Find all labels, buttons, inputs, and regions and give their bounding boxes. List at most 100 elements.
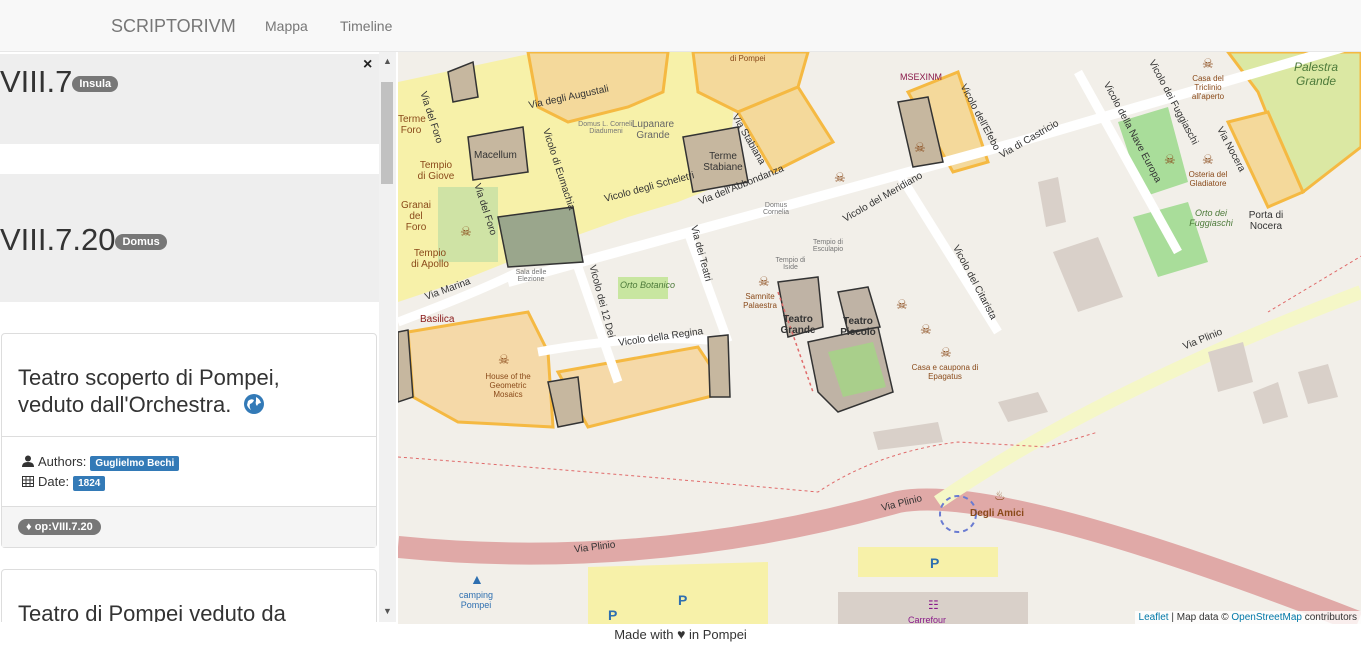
map-label-teatro-grande: Teatro Grande — [780, 314, 816, 336]
map-label-msexinm: MSEXINM — [900, 72, 943, 82]
map-label-tempio-apollo: Tempio di Apollo — [411, 248, 449, 270]
cart-icon[interactable]: ☷ — [928, 598, 939, 612]
table-icon — [22, 476, 34, 487]
building — [447, 60, 479, 103]
map-label-sala-elezione: Sala delle Elezione — [515, 269, 547, 283]
camping-icon[interactable]: ▲ — [470, 571, 484, 587]
brand-link[interactable]: SCRIPTORIVM — [111, 16, 236, 37]
building — [873, 422, 943, 450]
card-title-line2: veduto dall'Orchestra. — [18, 391, 280, 418]
amphora-icon[interactable]: ☠ — [758, 274, 770, 290]
card-footer: ♦ op:VIII.7.20 — [2, 506, 376, 547]
map-label-porta-nocera: Porta di Nocera — [1248, 210, 1284, 232]
map-label-palestra: Palestra Grande — [1293, 60, 1339, 88]
card-title-line1: Teatro scoperto di Pompei, — [18, 365, 280, 390]
artwork-card-2: Teatro di Pompei veduto da — [1, 569, 377, 622]
parking-lot-2 — [858, 547, 998, 577]
map-label-orto-botanico: Orto Botanico — [620, 280, 676, 290]
building — [1038, 177, 1066, 227]
amphora-icon[interactable]: ☠ — [834, 170, 846, 186]
scroll-up-icon[interactable]: ▲ — [383, 56, 392, 66]
area-block — [555, 345, 731, 429]
footer-suffix: in Pompei — [689, 627, 747, 642]
heart-icon: ♥ — [677, 626, 686, 642]
date-row: Date: 1824 — [22, 474, 106, 491]
map-attribution: Leaflet | Map data © OpenStreetMap contr… — [1134, 611, 1361, 624]
map-label-house-geometric: House of the Geometric Mosaics — [485, 372, 531, 399]
building — [1053, 237, 1123, 312]
navbar: SCRIPTORIVM Mappa Timeline — [0, 0, 1361, 52]
map-label-casa-triclinio: Casa del Triclinio all'aperto — [1191, 74, 1225, 101]
tag-icon: ♦ — [26, 521, 32, 533]
map-view[interactable]: Palestra Grande Macellum Terme Stabiane … — [398, 52, 1361, 624]
map-label-tempio-esculapio: Tempio di Esculapio — [812, 239, 844, 253]
tag-text: op:VIII.7.20 — [34, 521, 93, 533]
sidebar-panel: VIII.7 Insula VIII.7.20 Domus Teatro scope… — [0, 52, 398, 622]
authors-label: Authors: — [38, 454, 87, 469]
building — [1298, 364, 1338, 404]
domus-header: VIII.7.20 Domus — [0, 174, 379, 302]
amphora-icon[interactable]: ☠ — [460, 224, 472, 240]
close-icon[interactable]: × — [363, 56, 372, 74]
card-title-line2-text: veduto dall'Orchestra. — [18, 392, 232, 417]
authors-row: Authors: Guglielmo Bechi — [22, 454, 180, 471]
map-label-tempio-iside: Tempio di Iside — [775, 257, 806, 271]
building — [1253, 382, 1288, 424]
user-icon — [22, 455, 34, 467]
tag-pill[interactable]: ♦ op:VIII.7.20 — [18, 519, 101, 535]
leaflet-link[interactable]: Leaflet — [1139, 612, 1169, 623]
date-badge[interactable]: 1824 — [73, 476, 106, 491]
author-badge[interactable]: Guglielmo Bechi — [90, 456, 180, 471]
nav-link-timeline[interactable]: Timeline — [340, 18, 392, 34]
map-label-terme: Terme Stabiane — [703, 151, 743, 173]
sidebar-scrollbar[interactable]: ▲ ▼ — [379, 52, 396, 622]
insula-header: VIII.7 Insula — [0, 54, 379, 144]
card-2-title[interactable]: Teatro di Pompei veduto da — [18, 600, 286, 622]
domus-title: VIII.7.20 Domus — [0, 222, 167, 258]
footer-prefix: Made with — [614, 627, 674, 642]
map-label-basilica: Basilica — [420, 314, 455, 325]
map-label-macellum: Macellum — [474, 150, 517, 161]
map-label-domus-cornelii: Domus L. Cornelii Diadumeni — [578, 121, 634, 135]
map-label-orto-fuggiaschi: Orto dei Fuggiaschi — [1189, 208, 1233, 228]
amphora-icon[interactable]: ☠ — [1202, 56, 1214, 72]
building — [998, 392, 1048, 422]
scroll-down-icon[interactable]: ▼ — [383, 606, 392, 616]
insula-title-text: VIII.7 — [0, 64, 73, 99]
attribution-sep: | Map data © — [1168, 612, 1232, 623]
amphora-icon[interactable]: ☠ — [498, 352, 510, 368]
map-label-teatro-piccolo: Teatro Piccolo — [840, 316, 876, 338]
attribution-suffix: contributors — [1301, 612, 1357, 623]
map-label-granai: Granai del Foro — [400, 200, 431, 233]
map-label-tempio-giove: Tempio di Giove — [417, 160, 455, 182]
map-label-terme-foro: Terme Foro — [398, 114, 426, 136]
amphora-icon[interactable]: ☠ — [1202, 152, 1214, 168]
restaurant-icon[interactable]: ♨ — [994, 488, 1006, 504]
amphora-icon[interactable]: ☠ — [920, 322, 932, 338]
nav-link-mappa[interactable]: Mappa — [265, 18, 308, 34]
amphora-icon[interactable]: ☠ — [914, 140, 926, 156]
amphora-icon[interactable]: ☠ — [896, 297, 908, 313]
insula-label: Insula — [72, 75, 119, 92]
map-label-camping: camping Pompei — [458, 590, 494, 610]
building-eumachia — [497, 206, 584, 268]
domus-label: Domus — [115, 233, 167, 250]
amphora-icon[interactable]: ☠ — [1164, 152, 1176, 168]
map-label-carrefour: Carrefour — [908, 615, 947, 624]
insula-title: VIII.7 Insula — [0, 64, 119, 100]
artwork-card: Teatro scoperto di Pompei, veduto dall'O… — [1, 333, 377, 548]
domus-title-text: VIII.7.20 — [0, 222, 116, 257]
map-label-domus-cornelia: Domus Cornelia — [762, 202, 790, 216]
globe-icon[interactable] — [243, 393, 265, 415]
parking-icon: P — [608, 607, 618, 623]
osm-link[interactable]: OpenStreetMap — [1231, 612, 1302, 623]
parking-icon: P — [678, 592, 688, 608]
via-plinio-north-road — [934, 285, 1361, 508]
scroll-thumb[interactable] — [381, 82, 393, 184]
map-label-samnite: Samnite Palaestra — [743, 292, 777, 310]
map-label-degli-amici: Degli Amici — [970, 508, 1025, 519]
amphora-icon[interactable]: ☠ — [940, 345, 952, 361]
card-title[interactable]: Teatro scoperto di Pompei, veduto dall'O… — [18, 364, 280, 418]
geometric-block — [406, 310, 555, 429]
map-label-di-pompei: di Pompei — [730, 54, 766, 63]
